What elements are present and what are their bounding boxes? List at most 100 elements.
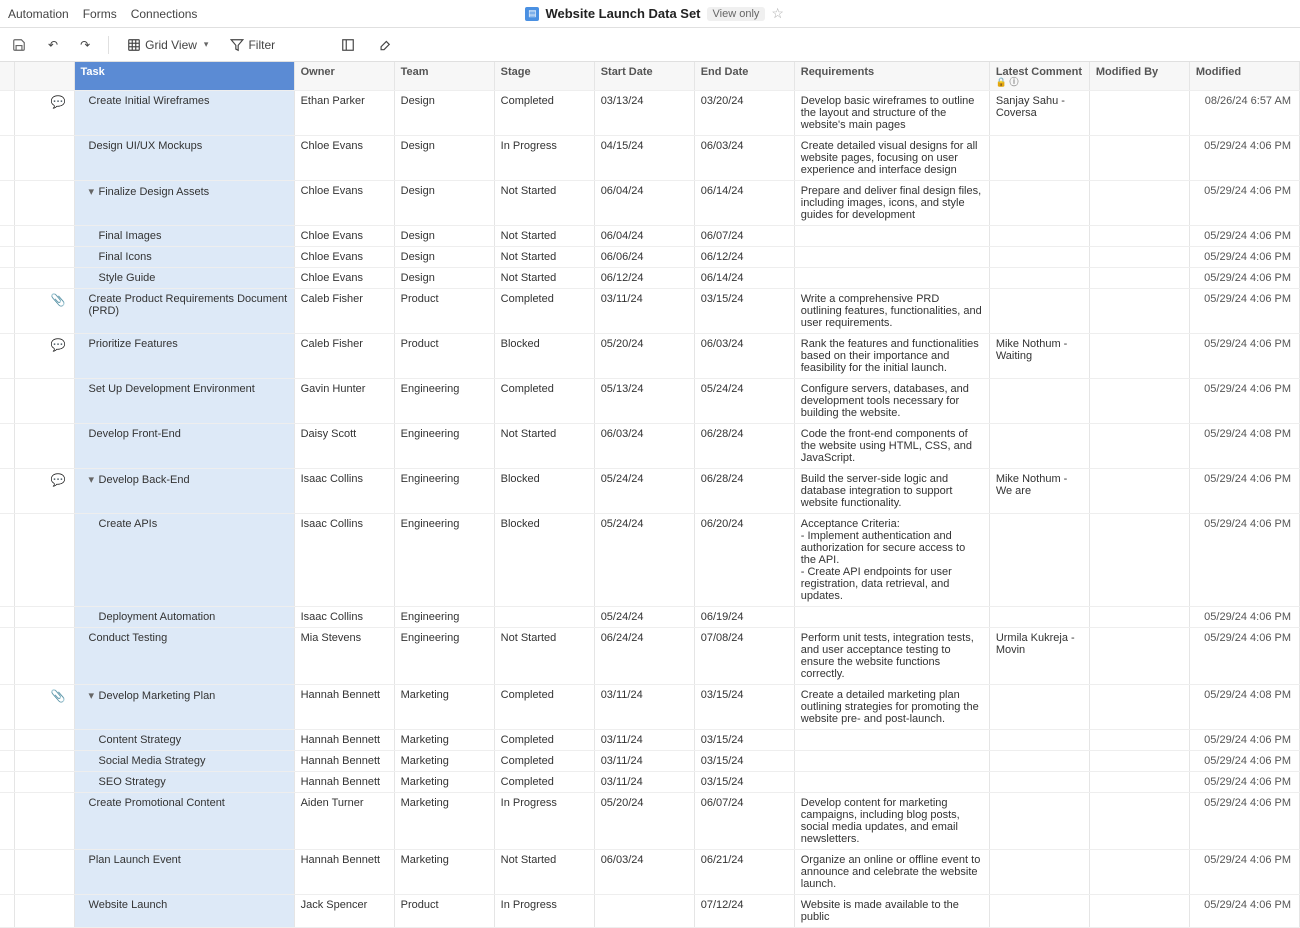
- comment-cell[interactable]: [989, 136, 1089, 181]
- start-date-cell[interactable]: 06/04/24: [594, 226, 694, 247]
- comment-cell[interactable]: Mike Nothum - We are: [989, 469, 1089, 514]
- filter-button[interactable]: Filter: [226, 35, 279, 55]
- team-cell[interactable]: Engineering: [394, 424, 494, 469]
- stage-cell[interactable]: Blocked: [494, 469, 594, 514]
- stage-cell[interactable]: In Progress: [494, 895, 594, 928]
- modifiedby-cell[interactable]: [1089, 91, 1189, 136]
- task-cell[interactable]: Deployment Automation: [74, 607, 294, 628]
- col-team-header[interactable]: Team: [394, 62, 494, 91]
- stage-cell[interactable]: Completed: [494, 730, 594, 751]
- task-cell[interactable]: Style Guide: [74, 268, 294, 289]
- owner-cell[interactable]: Chloe Evans: [294, 268, 394, 289]
- modifiedby-cell[interactable]: [1089, 334, 1189, 379]
- requirements-cell[interactable]: Organize an online or offline event to a…: [794, 850, 989, 895]
- owner-cell[interactable]: Chloe Evans: [294, 136, 394, 181]
- requirements-cell[interactable]: [794, 247, 989, 268]
- requirements-cell[interactable]: [794, 751, 989, 772]
- team-cell[interactable]: Design: [394, 136, 494, 181]
- table-row[interactable]: Final IconsChloe EvansDesignNot Started0…: [0, 247, 1300, 268]
- comment-cell[interactable]: [989, 181, 1089, 226]
- modifiedby-cell[interactable]: [1089, 247, 1189, 268]
- stage-cell[interactable]: Not Started: [494, 181, 594, 226]
- requirements-cell[interactable]: Build the server-side logic and database…: [794, 469, 989, 514]
- modified-cell[interactable]: 05/29/24 4:06 PM: [1189, 895, 1299, 928]
- owner-cell[interactable]: Chloe Evans: [294, 226, 394, 247]
- owner-cell[interactable]: Hannah Bennett: [294, 772, 394, 793]
- team-cell[interactable]: Marketing: [394, 730, 494, 751]
- requirements-cell[interactable]: [794, 268, 989, 289]
- task-cell[interactable]: Develop Front-End: [74, 424, 294, 469]
- start-date-cell[interactable]: 04/15/24: [594, 136, 694, 181]
- table-row[interactable]: Conduct TestingMia StevensEngineeringNot…: [0, 628, 1300, 685]
- modifiedby-cell[interactable]: [1089, 772, 1189, 793]
- modifiedby-cell[interactable]: [1089, 136, 1189, 181]
- modified-cell[interactable]: 05/29/24 4:06 PM: [1189, 850, 1299, 895]
- stage-cell[interactable]: Not Started: [494, 226, 594, 247]
- comment-cell[interactable]: [989, 751, 1089, 772]
- table-row[interactable]: Style GuideChloe EvansDesignNot Started0…: [0, 268, 1300, 289]
- task-cell[interactable]: Prioritize Features: [74, 334, 294, 379]
- redo-icon[interactable]: ↷: [76, 35, 94, 55]
- task-cell[interactable]: Final Icons: [74, 247, 294, 268]
- modified-cell[interactable]: 05/29/24 4:08 PM: [1189, 685, 1299, 730]
- table-row[interactable]: 📎Create Product Requirements Document (P…: [0, 289, 1300, 334]
- modified-cell[interactable]: 05/29/24 4:06 PM: [1189, 247, 1299, 268]
- modified-cell[interactable]: 05/29/24 4:06 PM: [1189, 793, 1299, 850]
- owner-cell[interactable]: Ethan Parker: [294, 91, 394, 136]
- menu-forms[interactable]: Forms: [83, 7, 117, 21]
- comment-cell[interactable]: [989, 424, 1089, 469]
- owner-cell[interactable]: Caleb Fisher: [294, 289, 394, 334]
- modified-cell[interactable]: 05/29/24 4:06 PM: [1189, 379, 1299, 424]
- expander-icon[interactable]: ▾: [89, 689, 99, 702]
- start-date-cell[interactable]: 05/13/24: [594, 379, 694, 424]
- end-date-cell[interactable]: 06/03/24: [694, 334, 794, 379]
- table-row[interactable]: Deployment AutomationIsaac CollinsEngine…: [0, 607, 1300, 628]
- start-date-cell[interactable]: 03/13/24: [594, 91, 694, 136]
- start-date-cell[interactable]: 06/24/24: [594, 628, 694, 685]
- start-date-cell[interactable]: 06/04/24: [594, 181, 694, 226]
- owner-cell[interactable]: Hannah Bennett: [294, 850, 394, 895]
- table-row[interactable]: Develop Front-EndDaisy ScottEngineeringN…: [0, 424, 1300, 469]
- owner-cell[interactable]: Gavin Hunter: [294, 379, 394, 424]
- task-cell[interactable]: ▾Develop Back-End: [74, 469, 294, 514]
- modified-cell[interactable]: 08/26/24 6:57 AM: [1189, 91, 1299, 136]
- modified-cell[interactable]: 05/29/24 4:06 PM: [1189, 772, 1299, 793]
- modifiedby-cell[interactable]: [1089, 469, 1189, 514]
- table-row[interactable]: Design UI/UX MockupsChloe EvansDesignIn …: [0, 136, 1300, 181]
- stage-cell[interactable]: Not Started: [494, 424, 594, 469]
- requirements-cell[interactable]: Perform unit tests, integration tests, a…: [794, 628, 989, 685]
- start-date-cell[interactable]: 03/11/24: [594, 772, 694, 793]
- team-cell[interactable]: Marketing: [394, 751, 494, 772]
- modifiedby-cell[interactable]: [1089, 730, 1189, 751]
- end-date-cell[interactable]: 06/28/24: [694, 424, 794, 469]
- table-row[interactable]: 💬Prioritize FeaturesCaleb FisherProductB…: [0, 334, 1300, 379]
- stage-cell[interactable]: Not Started: [494, 850, 594, 895]
- team-cell[interactable]: Engineering: [394, 628, 494, 685]
- modifiedby-cell[interactable]: [1089, 685, 1189, 730]
- task-cell[interactable]: ▾Develop Marketing Plan: [74, 685, 294, 730]
- expander-icon[interactable]: ▾: [89, 185, 99, 198]
- stage-cell[interactable]: Completed: [494, 91, 594, 136]
- task-cell[interactable]: Website Launch: [74, 895, 294, 928]
- requirements-cell[interactable]: [794, 607, 989, 628]
- layout-icon[interactable]: [337, 35, 359, 55]
- end-date-cell[interactable]: 06/12/24: [694, 247, 794, 268]
- owner-cell[interactable]: Caleb Fisher: [294, 334, 394, 379]
- owner-cell[interactable]: Aiden Turner: [294, 793, 394, 850]
- task-cell[interactable]: Create Promotional Content: [74, 793, 294, 850]
- modifiedby-cell[interactable]: [1089, 628, 1189, 685]
- modified-cell[interactable]: 05/29/24 4:06 PM: [1189, 226, 1299, 247]
- owner-cell[interactable]: Hannah Bennett: [294, 751, 394, 772]
- start-date-cell[interactable]: 03/11/24: [594, 289, 694, 334]
- comment-icon[interactable]: 💬: [51, 473, 66, 487]
- start-date-cell[interactable]: 06/12/24: [594, 268, 694, 289]
- task-cell[interactable]: Design UI/UX Mockups: [74, 136, 294, 181]
- start-date-cell[interactable]: 03/11/24: [594, 730, 694, 751]
- table-row[interactable]: Website LaunchJack SpencerProductIn Prog…: [0, 895, 1300, 928]
- task-cell[interactable]: Create Product Requirements Document (PR…: [74, 289, 294, 334]
- modifiedby-cell[interactable]: [1089, 850, 1189, 895]
- requirements-cell[interactable]: Website is made available to the public: [794, 895, 989, 928]
- requirements-cell[interactable]: Create a detailed marketing plan outlini…: [794, 685, 989, 730]
- modified-cell[interactable]: 05/29/24 4:06 PM: [1189, 751, 1299, 772]
- table-row[interactable]: 💬▾Develop Back-EndIsaac CollinsEngineeri…: [0, 469, 1300, 514]
